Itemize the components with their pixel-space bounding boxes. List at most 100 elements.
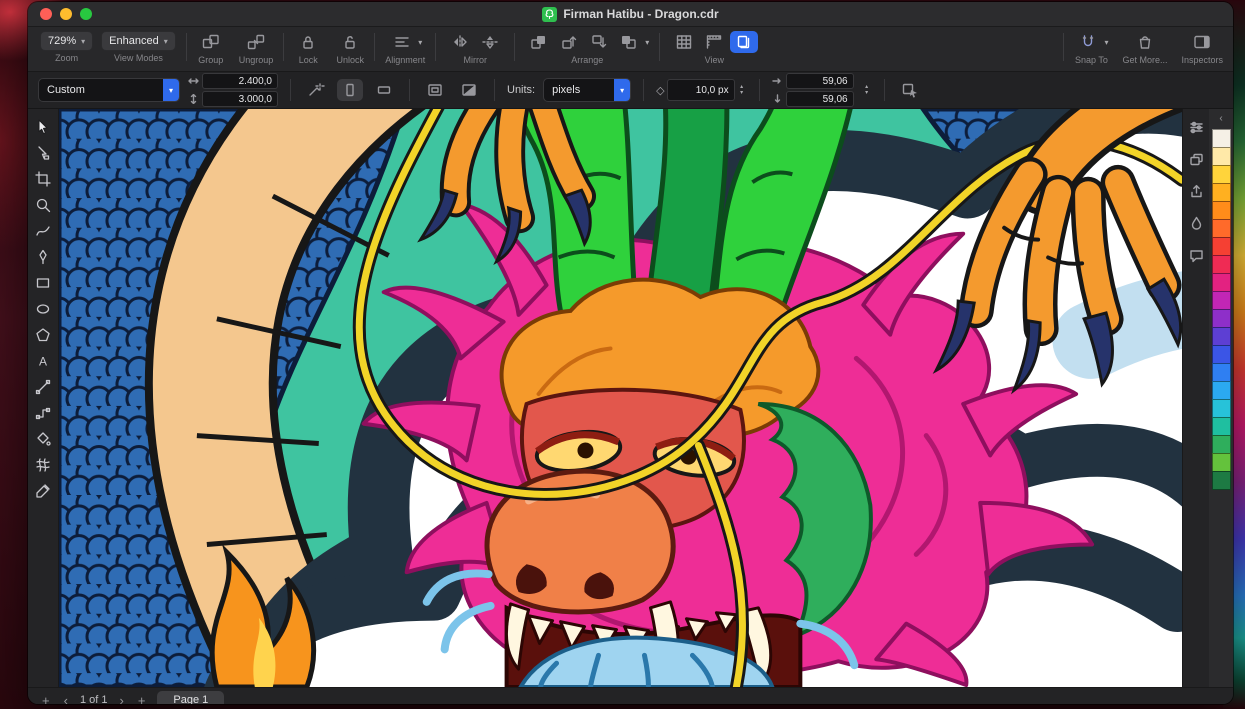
chevron-down-icon[interactable]: ▾ [645,38,649,47]
duplicate-y-field[interactable]: 59,06 [786,91,854,107]
duplicate-x-field[interactable]: 59,06 [786,73,854,89]
color-swatch[interactable] [1212,273,1231,292]
polygon-tool[interactable] [31,325,55,345]
comments-inspector-button[interactable] [1185,245,1207,265]
preset-select[interactable]: Custom ▾ [38,78,180,102]
get-more-group: Get More... [1122,31,1167,65]
export-inspector-button[interactable] [1185,181,1207,201]
wand-icon [307,82,325,98]
inspectors-button[interactable] [1188,31,1216,53]
get-more-label: Get More... [1122,55,1167,65]
toolbar-separator [659,33,660,61]
rulers-icon [705,34,723,50]
color-swatch[interactable] [1212,219,1231,238]
unlock-button[interactable] [336,31,364,53]
pick-tool[interactable] [31,117,55,137]
fill-tool[interactable] [31,429,55,449]
prev-page-button[interactable]: ‹ [62,694,70,705]
page-tab[interactable]: Page 1 [157,691,224,704]
color-swatch[interactable] [1212,327,1231,346]
preset-value: Custom [39,84,163,96]
lock-button[interactable] [294,31,322,53]
color-swatch[interactable] [1212,417,1231,436]
stepper-down-icon[interactable]: ▾ [862,90,872,96]
zoom-select[interactable]: 729% ▾ [40,31,93,51]
units-select[interactable]: pixels ▾ [543,78,631,102]
to-front-button[interactable] [525,31,553,53]
portrait-button[interactable] [337,79,363,101]
connector-tool[interactable] [31,403,55,423]
zoom-window-button[interactable] [80,8,92,20]
color-swatch[interactable] [1212,471,1231,490]
alignment-button[interactable] [388,31,416,53]
fill-settings-button[interactable] [456,79,482,101]
ellipse-tool[interactable] [31,299,55,319]
color-swatch[interactable] [1212,183,1231,202]
pen-tool[interactable] [31,247,55,267]
add-page-button[interactable]: + [40,694,52,705]
mirror-horizontal-button[interactable] [446,31,474,53]
app-window: Firman Hatibu - Dragon.cdr 729% ▾ Zoom E… [28,2,1233,704]
color-swatch[interactable] [1212,201,1231,220]
canvas[interactable] [59,109,1182,687]
chevron-down-icon[interactable]: ▾ [1104,38,1108,47]
color-swatch[interactable] [1212,147,1231,166]
color-swatch[interactable] [1212,363,1231,382]
color-swatch[interactable] [1212,291,1231,310]
zoom-tool[interactable] [31,195,55,215]
color-swatch[interactable] [1212,399,1231,418]
color-swatch[interactable] [1212,381,1231,400]
view-modes-select[interactable]: Enhanced ▾ [101,31,176,51]
color-swatch[interactable] [1212,129,1231,148]
shape-tool-icon [35,145,51,161]
color-swatch[interactable] [1212,453,1231,472]
crop-tool[interactable] [31,169,55,189]
nudge-field[interactable]: 10,0 px [667,79,735,101]
line-tool[interactable] [31,377,55,397]
text-tool[interactable]: A [31,351,55,371]
eyedropper-tool[interactable] [31,481,55,501]
color-swatch[interactable] [1212,255,1231,274]
fill-settings-icon [460,82,478,98]
chevron-down-icon[interactable]: ▾ [418,38,422,47]
fill-inspector-button[interactable] [1185,213,1207,233]
view-grid-button[interactable] [670,31,698,53]
view-rulers-button[interactable] [700,31,728,53]
add-page-tab-button[interactable]: + [136,694,148,705]
color-swatch[interactable] [1212,309,1231,328]
mirror-vertical-button[interactable] [476,31,504,53]
snap-to-button[interactable] [1074,31,1102,53]
rectangle-tool[interactable] [31,273,55,293]
backward-one-button[interactable] [585,31,613,53]
close-button[interactable] [40,8,52,20]
stepper-down-icon[interactable]: ▾ [737,90,747,96]
object-height-field[interactable]: 3.000,0 [202,91,278,107]
forward-one-button[interactable] [555,31,583,53]
group-button[interactable] [197,31,225,53]
palette-expand-button[interactable]: ‹ [1219,112,1222,126]
mesh-fill-tool[interactable] [31,455,55,475]
color-swatch[interactable] [1212,435,1231,454]
outline-settings-button[interactable] [422,79,448,101]
object-width-field[interactable]: 2.400,0 [202,73,278,89]
wand-button[interactable] [303,79,329,101]
color-swatch[interactable] [1212,345,1231,364]
landscape-button[interactable] [371,79,397,101]
window-title: Firman Hatibu - Dragon.cdr [563,7,718,21]
view-pages-button[interactable] [730,31,758,53]
freehand-tool[interactable] [31,221,55,241]
minimize-button[interactable] [60,8,72,20]
lock-button-group: Lock [294,31,322,65]
eyedropper-tool-icon [35,483,51,499]
get-more-button[interactable] [1131,31,1159,53]
objects-inspector-button[interactable] [1185,149,1207,169]
transform-button[interactable] [897,79,923,101]
color-swatch[interactable] [1212,237,1231,256]
next-page-button[interactable]: › [117,694,125,705]
shape-tool[interactable] [31,143,55,163]
to-back-button[interactable] [615,31,643,53]
color-swatch[interactable] [1212,165,1231,184]
ungroup-button[interactable] [242,31,270,53]
freehand-tool-icon [35,223,51,239]
properties-inspector-button[interactable] [1185,117,1207,137]
